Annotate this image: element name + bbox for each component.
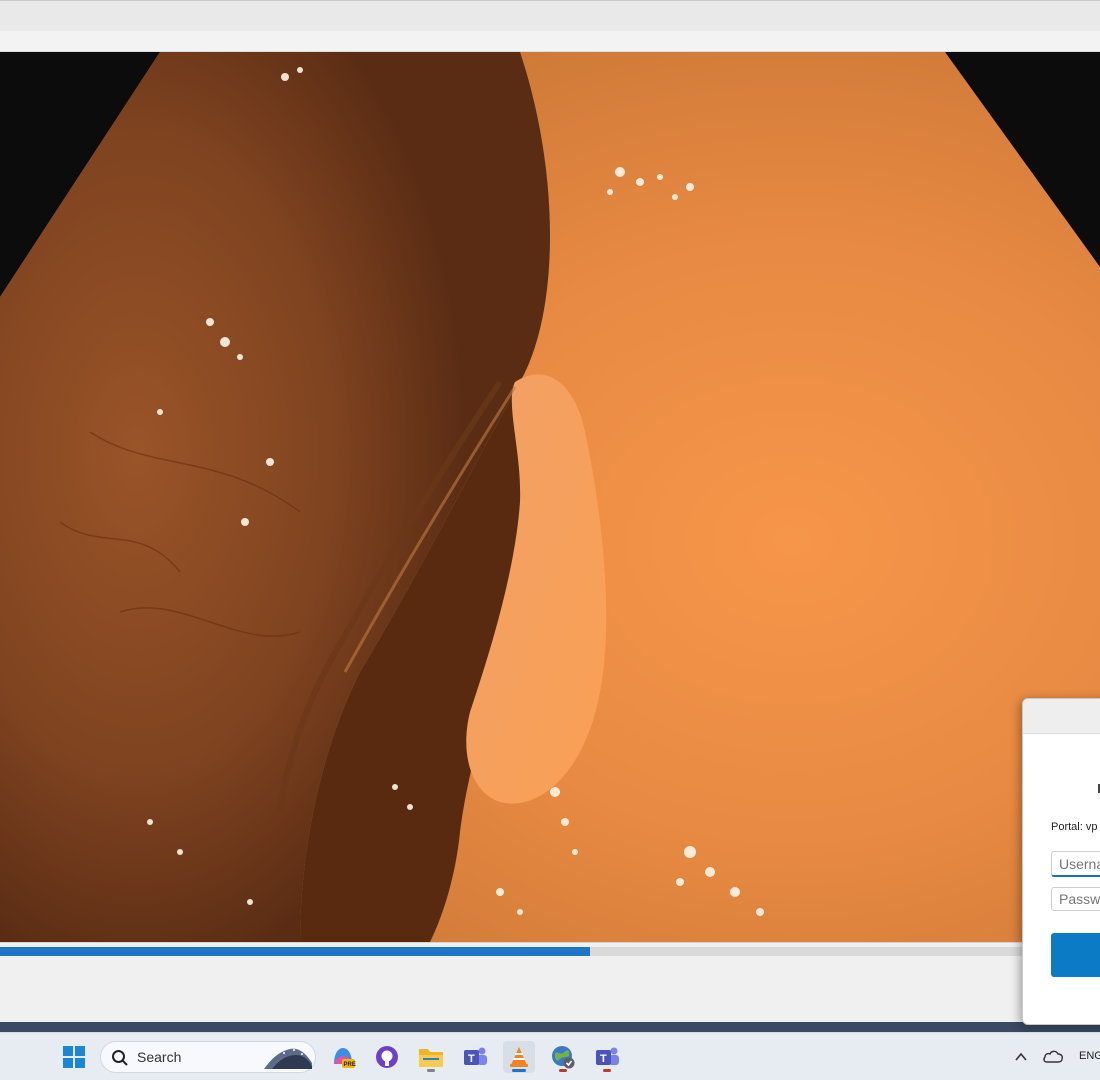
- taskbar-file-explorer[interactable]: [415, 1041, 447, 1073]
- taskbar-vlc[interactable]: [503, 1041, 535, 1073]
- password-field[interactable]: [1051, 887, 1100, 911]
- video-frame-image: [0, 52, 1100, 942]
- file-explorer-icon: [419, 1049, 443, 1067]
- seek-bar[interactable]: [0, 947, 1100, 956]
- dialog-titlebar[interactable]: [1023, 699, 1100, 734]
- username-field[interactable]: [1051, 851, 1100, 877]
- taskbar-copilot[interactable]: PRE: [327, 1041, 359, 1073]
- portal-label: Portal: vp: [1051, 821, 1098, 833]
- search-label: Search: [137, 1049, 182, 1065]
- start-button[interactable]: [58, 1041, 90, 1073]
- chevron-up-icon[interactable]: [1012, 1048, 1030, 1066]
- window-titlebar: [0, 0, 1100, 31]
- github-icon: [376, 1046, 398, 1068]
- sign-in-button[interactable]: [1051, 933, 1100, 977]
- taskbar-vpn[interactable]: [547, 1041, 579, 1073]
- svg-text:T: T: [468, 1053, 475, 1065]
- running-indicator: [427, 1069, 435, 1072]
- taskbar-teams[interactable]: T: [459, 1041, 491, 1073]
- copilot-icon: PRE: [334, 1048, 356, 1068]
- player-controls: [0, 942, 1100, 1022]
- attention-indicator: [603, 1069, 611, 1072]
- attention-indicator: [559, 1069, 567, 1072]
- search-icon: [112, 1050, 128, 1066]
- onedrive-cloud-icon[interactable]: [1042, 1047, 1064, 1067]
- taskbar: Search PRE T T ENG: [0, 1032, 1100, 1080]
- vpn-login-dialog: Portal: vp: [1022, 698, 1100, 1025]
- vpn-globe-icon: [552, 1046, 575, 1069]
- svg-text:PRE: PRE: [344, 1062, 356, 1068]
- taskbar-search[interactable]: Search: [100, 1041, 316, 1073]
- teams-icon: T: [596, 1047, 619, 1065]
- language-indicator[interactable]: ENG: [1079, 1050, 1100, 1062]
- windows-logo-icon: [63, 1046, 85, 1068]
- active-indicator: [512, 1069, 526, 1072]
- window-menubar: [0, 31, 1100, 52]
- taskbar-github[interactable]: [371, 1041, 403, 1073]
- vlc-icon: [510, 1047, 528, 1067]
- search-highlight-image: [264, 1048, 312, 1069]
- video-display[interactable]: [0, 52, 1100, 942]
- desktop-background: [0, 1022, 1100, 1032]
- svg-text:T: T: [600, 1053, 607, 1065]
- teams-icon: T: [464, 1047, 487, 1065]
- seek-progress: [0, 947, 590, 956]
- taskbar-teams-2[interactable]: T: [591, 1041, 623, 1073]
